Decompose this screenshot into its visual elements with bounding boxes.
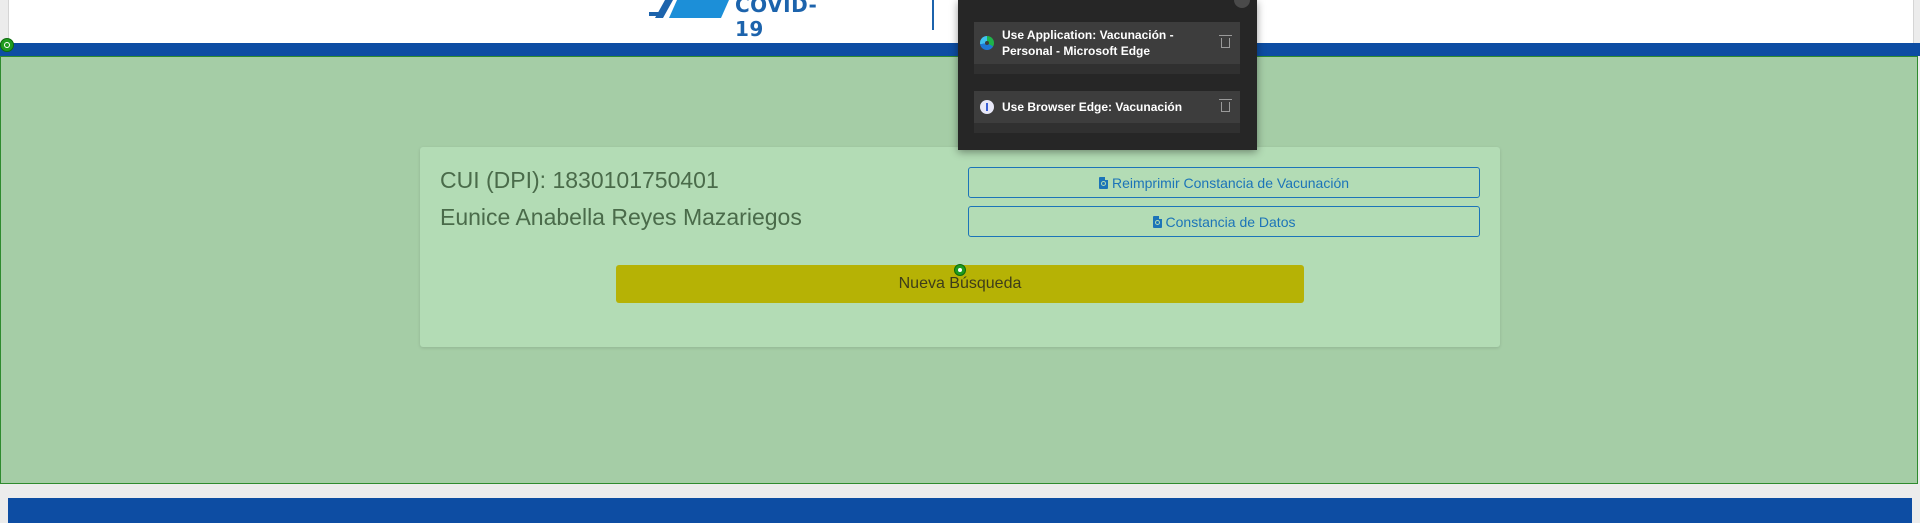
result-card: CUI (DPI): 1830101750401 Eunice Anabella… bbox=[420, 147, 1500, 347]
popup-item-label: Use Browser Edge: Vacunación bbox=[1002, 100, 1183, 114]
syringe-logo-icon bbox=[649, 0, 729, 18]
header-divider bbox=[932, 0, 934, 30]
edge-browser-icon bbox=[980, 36, 994, 50]
popup-item-edge-application[interactable]: Use Application: Vacunación - Personal -… bbox=[974, 22, 1240, 74]
cursor-marker-icon bbox=[954, 264, 966, 276]
covid-logo: COVID-19 bbox=[649, 0, 829, 41]
popup-item-edge-browser[interactable]: Use Browser Edge: Vacunación bbox=[974, 91, 1240, 133]
cui-dpi-text: CUI (DPI): 1830101750401 bbox=[440, 167, 719, 193]
popup-item-label: Use Application: Vacunación - Personal -… bbox=[1002, 28, 1174, 58]
person-name: Eunice Anabella Reyes Mazariegos bbox=[440, 204, 802, 230]
footer-bar bbox=[8, 498, 1912, 523]
reprint-certificate-button[interactable]: Reimprimir Constancia de Vacunación bbox=[968, 167, 1480, 198]
data-certificate-label: Constancia de Datos bbox=[1165, 213, 1296, 230]
target-marker-icon bbox=[0, 38, 14, 52]
file-pdf-icon bbox=[1152, 215, 1162, 228]
logo-text: COVID-19 bbox=[735, 0, 818, 41]
new-search-label: Nueva Búsqueda bbox=[898, 275, 1022, 292]
reprint-certificate-label: Reimprimir Constancia de Vacunación bbox=[1111, 174, 1350, 191]
file-pdf-icon bbox=[1098, 176, 1108, 189]
info-icon bbox=[980, 100, 994, 114]
trash-icon[interactable] bbox=[1219, 35, 1232, 48]
trash-icon[interactable] bbox=[1219, 99, 1232, 112]
close-icon[interactable] bbox=[1234, 0, 1250, 8]
data-certificate-button[interactable]: Constancia de Datos bbox=[968, 206, 1480, 237]
automation-popup: Use Application: Vacunación - Personal -… bbox=[958, 0, 1257, 150]
